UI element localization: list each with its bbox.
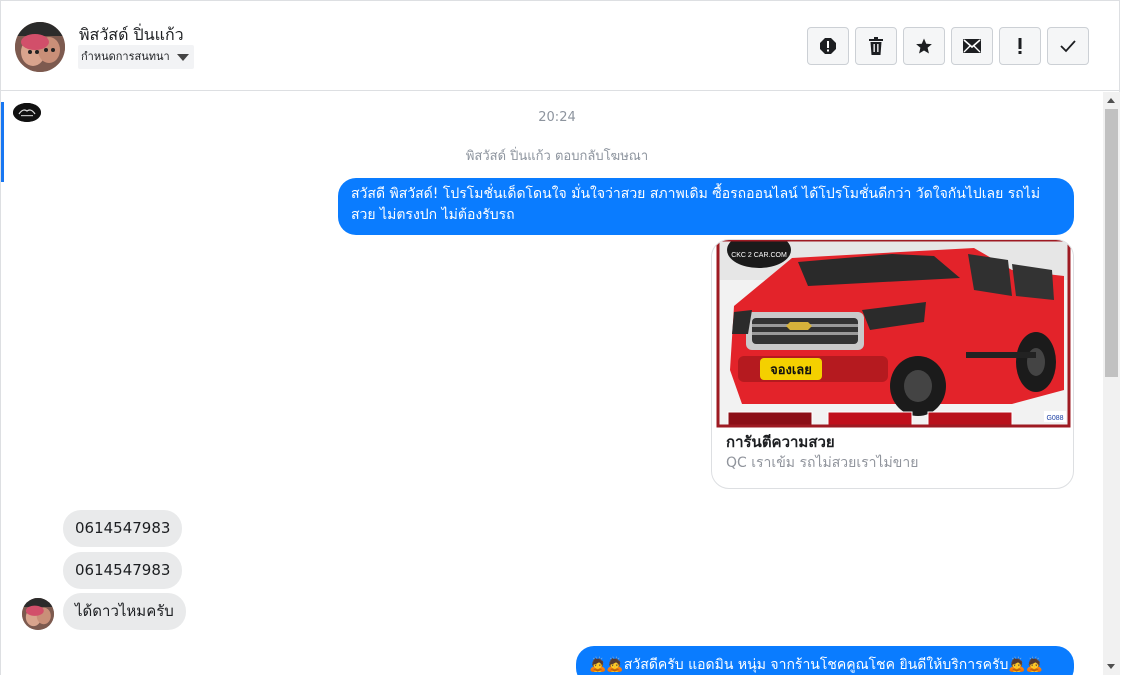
message-thread: 20:24 พิสวัสด์ ปิ่นแก้ว ตอบกลับโฆษณา สวั… bbox=[2, 92, 1103, 675]
mark-done-icon bbox=[1060, 40, 1076, 53]
ad-image-code: G088 bbox=[1046, 415, 1063, 422]
mark-done-button[interactable] bbox=[1047, 27, 1089, 65]
delete-button[interactable] bbox=[855, 27, 897, 65]
incoming-message: ได้ดาวไหมครับ bbox=[63, 593, 186, 630]
follow-up-icon bbox=[1018, 38, 1022, 54]
trash-icon bbox=[869, 37, 883, 55]
contact-avatar[interactable] bbox=[15, 22, 65, 72]
ad-card[interactable]: CKC 2 CAR.COM จองเลย G088 การันตีความสวย… bbox=[711, 239, 1074, 489]
incoming-message: 0614547983 bbox=[63, 510, 183, 547]
assign-conversation-dropdown[interactable]: กำหนดการสนทนา bbox=[78, 45, 194, 69]
ad-card-title: การันตีความสวย bbox=[726, 433, 835, 451]
assign-conversation-label: กำหนดการสนทนา bbox=[81, 50, 170, 63]
ad-card-image: CKC 2 CAR.COM จองเลย G088 bbox=[712, 240, 1073, 429]
thread-scrollbar[interactable] bbox=[1103, 92, 1120, 675]
scroll-down-arrow-icon[interactable] bbox=[1107, 664, 1115, 669]
caret-down-icon bbox=[176, 54, 189, 61]
ad-image-badge: จองเลย bbox=[770, 363, 812, 378]
ad-reply-note: พิสวัสด์ ปิ่นแก้ว ตอบกลับโฆษณา bbox=[465, 149, 649, 164]
inbox-conversation-panel: พิสวัสด์ ปิ่นแก้ว กำหนดการสนทนา 20:24 พิ… bbox=[0, 0, 1120, 675]
conversation-toolbar bbox=[807, 27, 1089, 65]
scrollbar-thumb[interactable] bbox=[1105, 109, 1118, 377]
conversation-header: พิสวัสด์ ปิ่นแก้ว กำหนดการสนทนา bbox=[1, 0, 1119, 91]
mark-unread-icon bbox=[963, 39, 981, 53]
scroll-up-arrow-icon[interactable] bbox=[1107, 98, 1115, 103]
contact-avatar-small bbox=[22, 598, 54, 630]
outgoing-message: 🙇🙇สวัสดีครับ แอดมิน หนุ่ม จากร้านโชคคูณโ… bbox=[576, 646, 1074, 675]
mark-unread-button[interactable] bbox=[951, 27, 993, 65]
ad-card-subtitle: QC เราเข้ม รถไม่สวยเราไม่ขาย bbox=[726, 455, 919, 471]
message-timestamp: 20:24 bbox=[538, 110, 576, 125]
report-spam-button[interactable] bbox=[807, 27, 849, 65]
star-button[interactable] bbox=[903, 27, 945, 65]
incoming-message: 0614547983 bbox=[63, 552, 183, 589]
report-spam-icon bbox=[820, 38, 836, 54]
star-icon bbox=[916, 38, 932, 54]
outgoing-message: สวัสดี พิสวัสด์! โปรโมชั่นเด็ดโดนใจ มั่น… bbox=[338, 178, 1074, 235]
follow-up-button[interactable] bbox=[999, 27, 1041, 65]
ad-image-brand: CKC 2 CAR.COM bbox=[731, 252, 787, 259]
